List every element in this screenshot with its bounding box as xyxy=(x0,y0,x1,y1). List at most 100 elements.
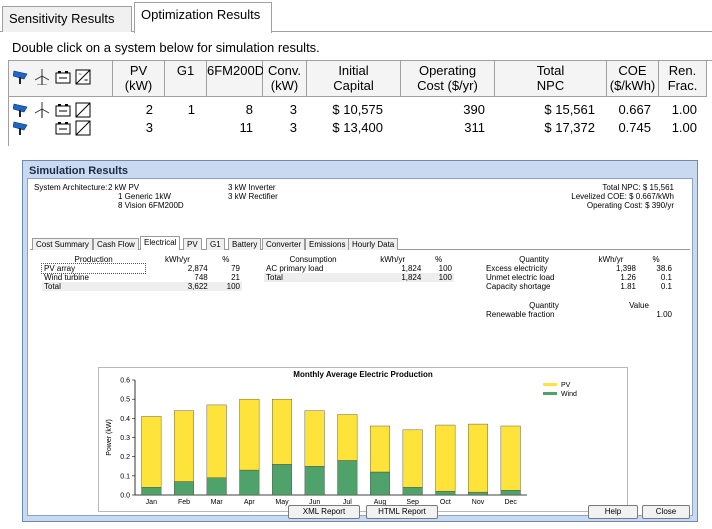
cell-operating-cost: 311 xyxy=(464,120,485,135)
column-header: % xyxy=(222,255,230,264)
pv-panel-icon xyxy=(13,70,28,84)
column-header: kWh/yr xyxy=(380,255,406,264)
bar-pv xyxy=(271,398,292,465)
table-row[interactable]: AC primary load 1,824 100 xyxy=(264,264,454,273)
bar-wind xyxy=(271,464,292,496)
tab-optimization-results[interactable]: Optimization Results xyxy=(134,2,272,33)
tab-cash-flow[interactable]: Cash Flow xyxy=(93,238,139,250)
system-architecture-label: System Architecture: xyxy=(34,183,108,192)
bar-pv xyxy=(370,425,391,473)
header-g1[interactable]: G1 xyxy=(165,61,207,97)
table-row[interactable]: Renewable fraction 1.00 xyxy=(484,310,674,319)
header-battery[interactable]: 6FM200D xyxy=(207,61,264,97)
bar-pv xyxy=(206,404,227,478)
header-total-npc[interactable]: Total NPC xyxy=(495,61,607,97)
dialog-body: System Architecture: 2 kW PV 1 Generic 1… xyxy=(27,178,693,519)
pv-panel-icon xyxy=(13,121,28,135)
production-table: Production kWh/yr % PV array 2,874 79 Wi… xyxy=(40,255,242,291)
header-ren-frac[interactable]: Ren. Frac. xyxy=(659,61,707,97)
cell-converter: 3 xyxy=(289,120,297,135)
quantity-name: Unmet electric load xyxy=(486,273,555,282)
legend-swatch xyxy=(543,383,557,386)
tab-emissions[interactable]: Emissions xyxy=(305,238,350,250)
table-row[interactable]: 2 1 8 3 $ 10,575 390 $ 15,561 0.667 1.00 xyxy=(9,101,709,119)
table-row[interactable]: Capacity shortage 1.81 0.1 xyxy=(484,282,674,291)
help-button[interactable]: Help xyxy=(588,505,638,519)
chart-svg: 0.00.10.20.30.40.50.6Power (kW)Jan Feb Mar… xyxy=(106,378,577,507)
chart-title: Monthly Average Electric Production xyxy=(293,370,433,379)
levelized-coe-summary: Levelized COE: $ 0.667/kWh xyxy=(571,192,674,201)
header-converter[interactable]: Conv. (kW) xyxy=(263,61,307,97)
consumption-name: AC primary load xyxy=(266,264,324,273)
bar-wind xyxy=(141,487,162,496)
consumption-pct: 100 xyxy=(438,264,452,273)
arch-item: 1 Generic 1kW xyxy=(118,192,171,201)
table-row[interactable]: 3 11 3 $ 13,400 311 $ 17,372 0.745 1.00 xyxy=(9,119,709,137)
cell-g1: 1 xyxy=(187,102,195,117)
table-row[interactable]: Excess electricity 1,398 38.6 xyxy=(484,264,674,273)
legend-swatch xyxy=(543,392,557,395)
header-pv[interactable]: PV (kW) xyxy=(113,61,165,97)
table-row[interactable]: Wind turbine 748 21 xyxy=(42,273,242,282)
x-tick-label: Dec xyxy=(504,499,517,506)
results-tab-bar: Sensitivity Results Optimization Results xyxy=(0,0,712,33)
bar-pv xyxy=(173,410,194,482)
consumption-kwh: 1,824 xyxy=(401,264,422,273)
column-header: Quantity xyxy=(529,301,559,310)
tab-cost-summary[interactable]: Cost Summary xyxy=(32,238,93,250)
quantity-pct: 0.1 xyxy=(660,282,672,291)
renewable-fraction-table: Quantity Value Renewable fraction 1.00 xyxy=(484,301,674,319)
bar-wind xyxy=(239,469,260,496)
legend-label: Wind xyxy=(561,391,577,398)
html-report-button[interactable]: HTML Report xyxy=(366,505,438,519)
y-tick-label: 0.4 xyxy=(120,416,130,423)
close-button[interactable]: Close xyxy=(642,505,690,519)
cell-total-npc: $ 15,561 xyxy=(544,102,595,117)
tab-g1[interactable]: G1 xyxy=(206,238,225,250)
bar-pv xyxy=(337,414,358,461)
cell-total-npc: $ 17,372 xyxy=(544,120,595,135)
bar-wind xyxy=(500,490,521,496)
tab-electrical[interactable]: Electrical xyxy=(140,236,181,250)
y-tick-label: 0.1 xyxy=(120,473,130,480)
renewable-value: 1.00 xyxy=(656,310,672,319)
legend-label: PV xyxy=(561,382,571,389)
tab-pv[interactable]: PV xyxy=(183,238,202,250)
quantity-kwh: 1.81 xyxy=(620,282,636,291)
tab-converter[interactable]: Converter xyxy=(262,238,306,250)
tab-sensitivity-results[interactable]: Sensitivity Results xyxy=(2,6,132,32)
battery-icon xyxy=(55,122,71,135)
header-operating-cost[interactable]: Operating Cost ($/yr) xyxy=(401,61,495,97)
cell-initial-capital: $ 13,400 xyxy=(332,120,383,135)
header-icons-cell: ~ = xyxy=(9,61,113,97)
tab-battery[interactable]: Battery xyxy=(228,238,262,250)
bar-pv xyxy=(239,398,260,471)
production-total-pct: 100 xyxy=(209,282,242,291)
production-name: Wind turbine xyxy=(44,273,89,282)
header-coe[interactable]: COE ($/kWh) xyxy=(607,61,659,97)
table-row[interactable]: Unmet electric load 1.26 0.1 xyxy=(484,273,674,282)
tab-hourly-data[interactable]: Hourly Data xyxy=(348,238,399,250)
x-tick-label: Feb xyxy=(178,499,190,506)
production-total-kwh: 3,622 xyxy=(145,282,210,291)
x-tick-label: Oct xyxy=(440,499,451,506)
table-row: Total 3,622 100 xyxy=(42,282,242,291)
y-tick-label: 0.3 xyxy=(120,435,130,442)
converter-icon: ~= xyxy=(75,69,91,85)
dialog-title: Simulation Results xyxy=(29,165,129,177)
optimization-results-grid: ~ = PV (kW) G1 6FM200D Conv. (kW) Initial… xyxy=(8,60,712,146)
header-initial-capital[interactable]: Initial Capital xyxy=(307,61,401,97)
operating-cost-summary: Operating Cost: $ 390/yr xyxy=(586,201,674,210)
svg-text:~: ~ xyxy=(78,72,82,78)
battery-icon xyxy=(55,104,71,117)
cell-operating-cost: 390 xyxy=(463,102,485,117)
table-row[interactable]: PV array 2,874 79 xyxy=(40,263,242,274)
bar-pv xyxy=(141,416,162,488)
cell-initial-capital: $ 10,575 xyxy=(332,102,383,117)
cell-coe: 0.745 xyxy=(618,120,651,135)
converter-icon xyxy=(75,120,91,136)
bar-wind xyxy=(402,487,423,496)
xml-report-button[interactable]: XML Report xyxy=(288,505,360,519)
quantity-pct: 0.1 xyxy=(660,273,672,282)
total-npc-summary: Total NPC: $ 15,561 xyxy=(602,183,674,192)
